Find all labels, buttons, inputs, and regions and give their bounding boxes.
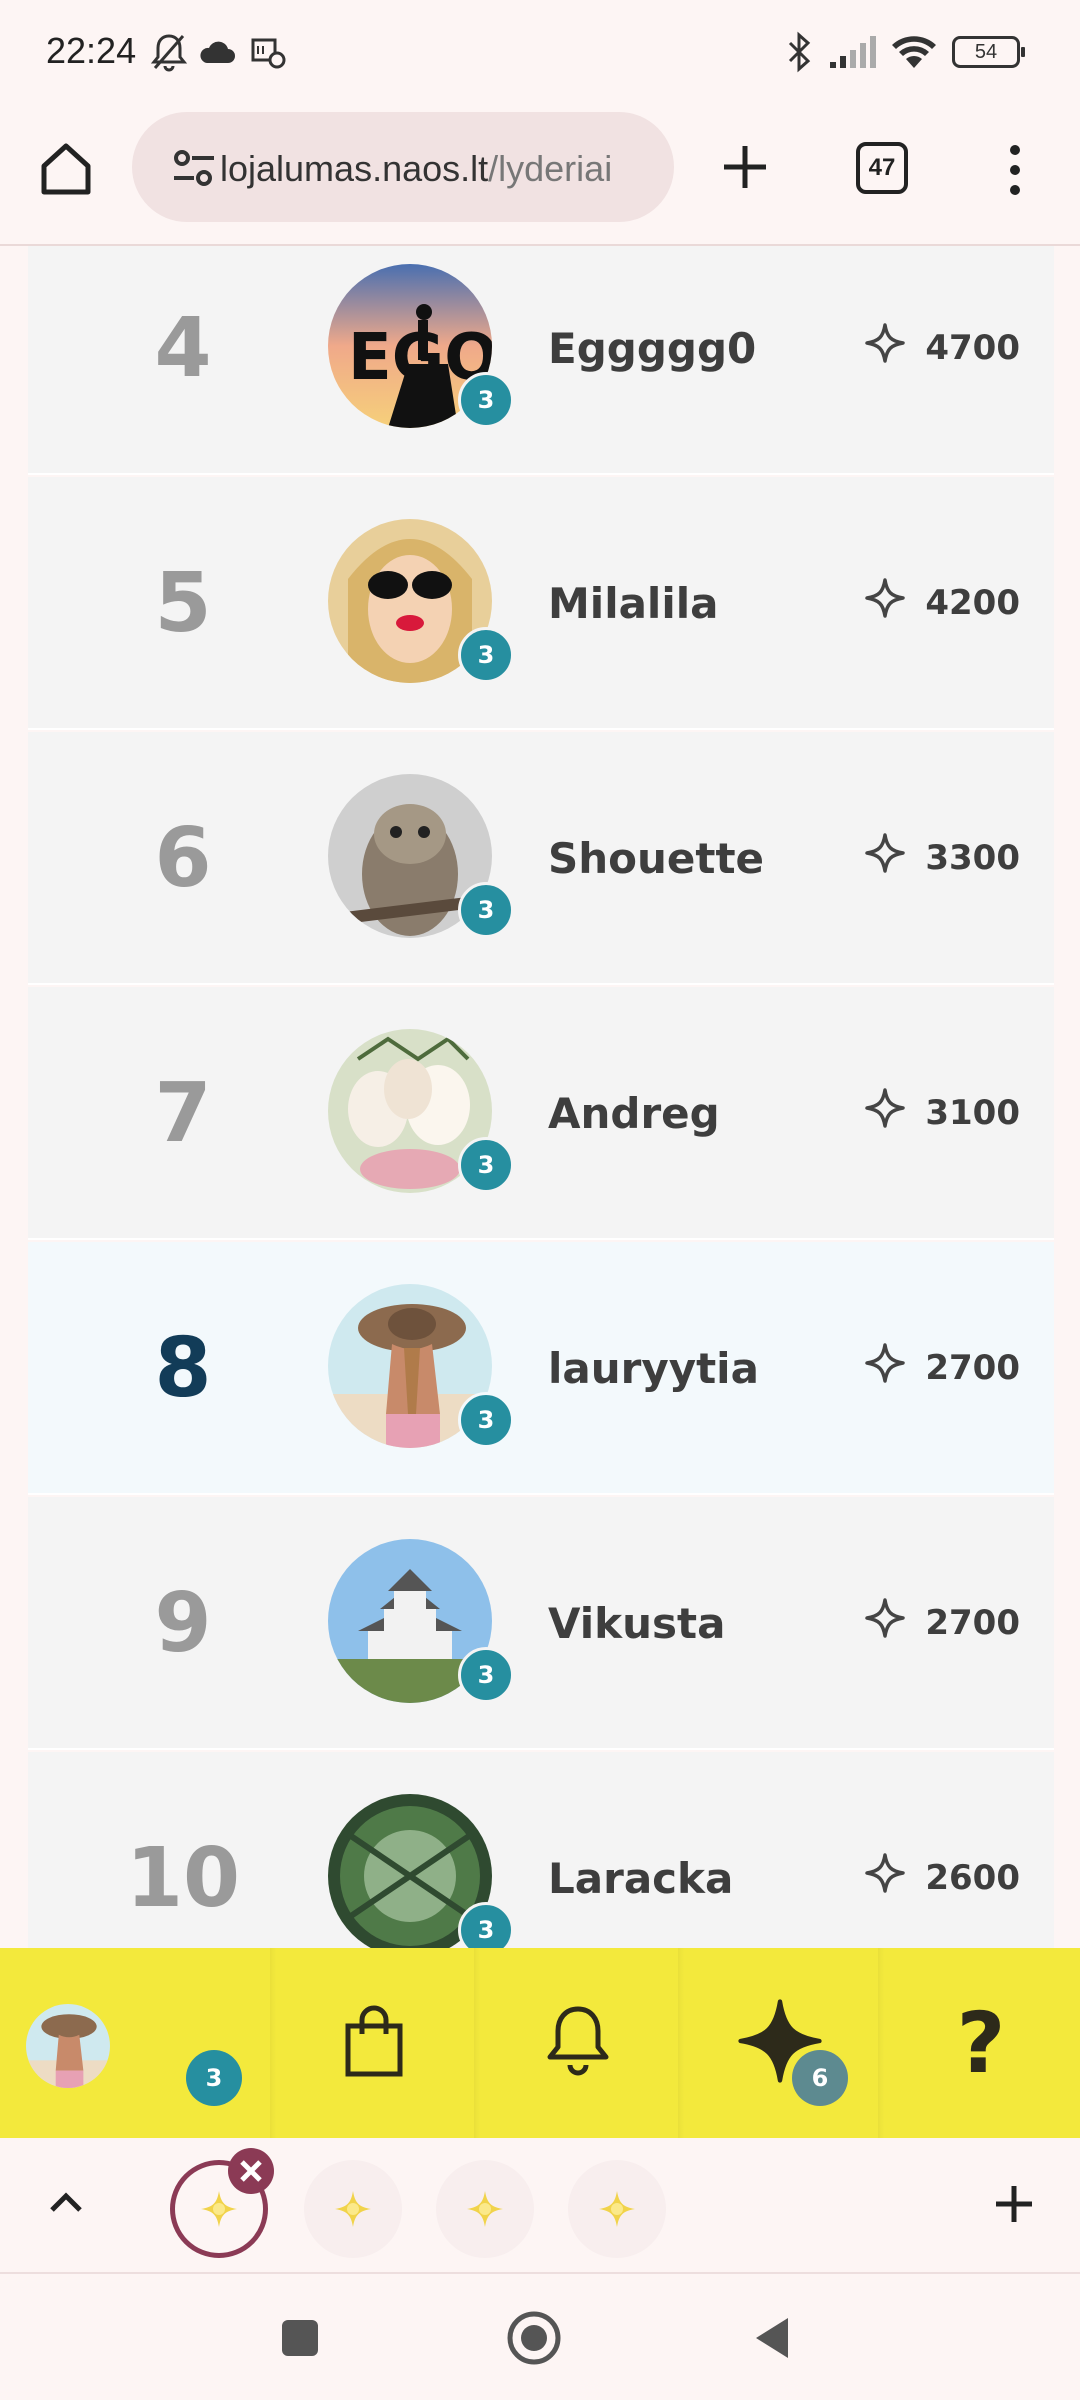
browser-tab-strip	[0, 2138, 1080, 2274]
points-count-badge: 6	[792, 2050, 848, 2106]
battery-indicator: 54	[952, 36, 1025, 68]
username: Shouette	[548, 834, 765, 883]
username: lauryytia	[548, 1344, 759, 1393]
site-favicon-icon	[335, 2191, 371, 2227]
tab-favicon[interactable]	[568, 2160, 666, 2258]
nav-points-button[interactable]: 6	[682, 1948, 878, 2138]
points-value: 2700	[925, 1603, 1020, 1643]
points-value: 2700	[925, 1348, 1020, 1388]
username: Andreg	[548, 1089, 720, 1138]
shopping-bag-icon	[344, 2004, 404, 2082]
level-badge: 3	[458, 882, 514, 938]
points-value: 2600	[925, 1858, 1020, 1898]
status-bar: 22:24 54	[0, 0, 1080, 104]
level-badge: 3	[458, 627, 514, 683]
leaderboard-row[interactable]: 6 3 Shouette 3300	[28, 732, 1054, 985]
rank-number: 6	[154, 811, 212, 906]
clock: 22:24	[46, 30, 137, 71]
sparkle-star-icon	[864, 322, 906, 364]
url-path: /lyderiai	[488, 148, 613, 189]
tab-favicon[interactable]	[436, 2160, 534, 2258]
url-host: lojalumas.naos.lt	[220, 148, 489, 189]
points-value: 4200	[925, 583, 1020, 623]
sparkle-star-icon	[864, 1852, 906, 1894]
rank-number: 10	[125, 1831, 241, 1926]
nav-help-button[interactable]: ?	[882, 1948, 1080, 2138]
sparkle-star-icon	[864, 1087, 906, 1129]
close-tab-icon[interactable]	[228, 2148, 274, 2194]
ticket-icon	[250, 30, 286, 74]
add-tab-plus-icon[interactable]	[990, 2180, 1038, 2228]
tab-favicon[interactable]	[304, 2160, 402, 2258]
site-favicon-icon	[467, 2191, 503, 2227]
points-value: 4700	[925, 328, 1020, 368]
level-badge: 3	[458, 1647, 514, 1703]
help-question-mark: ?	[956, 1994, 1006, 2092]
sparkle-star-icon	[864, 1597, 906, 1639]
site-favicon-icon	[599, 2191, 635, 2227]
leaderboard-row[interactable]: 4 EGO 3 Eggggg0 4700	[28, 246, 1054, 475]
leaderboard-row[interactable]: 7 3 Andreg 3100	[28, 987, 1054, 1240]
wifi-icon	[890, 30, 938, 74]
bluetooth-icon	[784, 30, 814, 74]
sparkle-star-icon	[864, 577, 906, 619]
profile-level-badge: 3	[186, 2050, 242, 2106]
username: Milalila	[548, 579, 719, 628]
browser-toolbar: lojalumas.naos.lt/lyderiai 47	[0, 104, 1080, 246]
nav-profile-button[interactable]: 3	[0, 1948, 270, 2138]
level-badge: 3	[458, 1137, 514, 1193]
sparkle-star-icon	[864, 832, 906, 874]
rank-number: 5	[154, 556, 212, 651]
tab-switcher-icon[interactable]: 47	[856, 142, 908, 194]
system-nav-bar	[0, 2274, 1080, 2400]
rank-number: 9	[154, 1576, 212, 1671]
points-value: 3300	[925, 838, 1020, 878]
rank-number: 4	[154, 301, 212, 396]
url-text: lojalumas.naos.lt/lyderiai	[220, 148, 612, 190]
profile-avatar	[26, 2004, 110, 2088]
username: Vikusta	[548, 1599, 726, 1648]
nav-shop-button[interactable]	[274, 1948, 474, 2138]
leaderboard-row[interactable]: 5 3 Milalila 4200	[28, 477, 1054, 730]
cloud-icon	[198, 30, 236, 74]
bell-off-icon	[150, 30, 188, 74]
leaderboard-row[interactable]: 10 3 Laracka 2600	[28, 1752, 1054, 1948]
leaderboard: 4 EGO 3 Eggggg0 4700 5 3 Milalila 4200 6…	[28, 246, 1054, 1948]
back-triangle-icon[interactable]	[752, 2316, 792, 2364]
site-settings-icon[interactable]	[172, 146, 216, 190]
nav-notifications-button[interactable]	[478, 1948, 678, 2138]
recents-square-icon[interactable]	[280, 2318, 320, 2362]
level-badge: 3	[458, 1902, 514, 1948]
level-badge: 3	[458, 1392, 514, 1448]
points-value: 3100	[925, 1093, 1020, 1133]
leaderboard-row-current-user[interactable]: 8 3 lauryytia 2700	[28, 1242, 1054, 1495]
rank-number: 8	[154, 1321, 212, 1416]
more-menu-icon[interactable]	[1000, 142, 1030, 198]
leaderboard-row[interactable]: 9 3 Vikusta 2700	[28, 1497, 1054, 1750]
home-icon[interactable]	[36, 138, 96, 198]
chevron-up-icon[interactable]	[44, 2180, 88, 2224]
home-circle-icon[interactable]	[506, 2310, 562, 2370]
bell-icon	[544, 2003, 612, 2083]
new-tab-plus-icon[interactable]	[716, 138, 774, 196]
username: Eggggg0	[548, 324, 757, 373]
username: Laracka	[548, 1854, 734, 1903]
rank-number: 7	[154, 1066, 212, 1161]
signal-icon	[828, 30, 878, 74]
sparkle-star-icon	[864, 1342, 906, 1384]
level-badge: 3	[458, 372, 514, 428]
site-bottom-nav: 3 6 ?	[0, 1948, 1080, 2138]
address-bar[interactable]: lojalumas.naos.lt/lyderiai	[132, 112, 674, 222]
